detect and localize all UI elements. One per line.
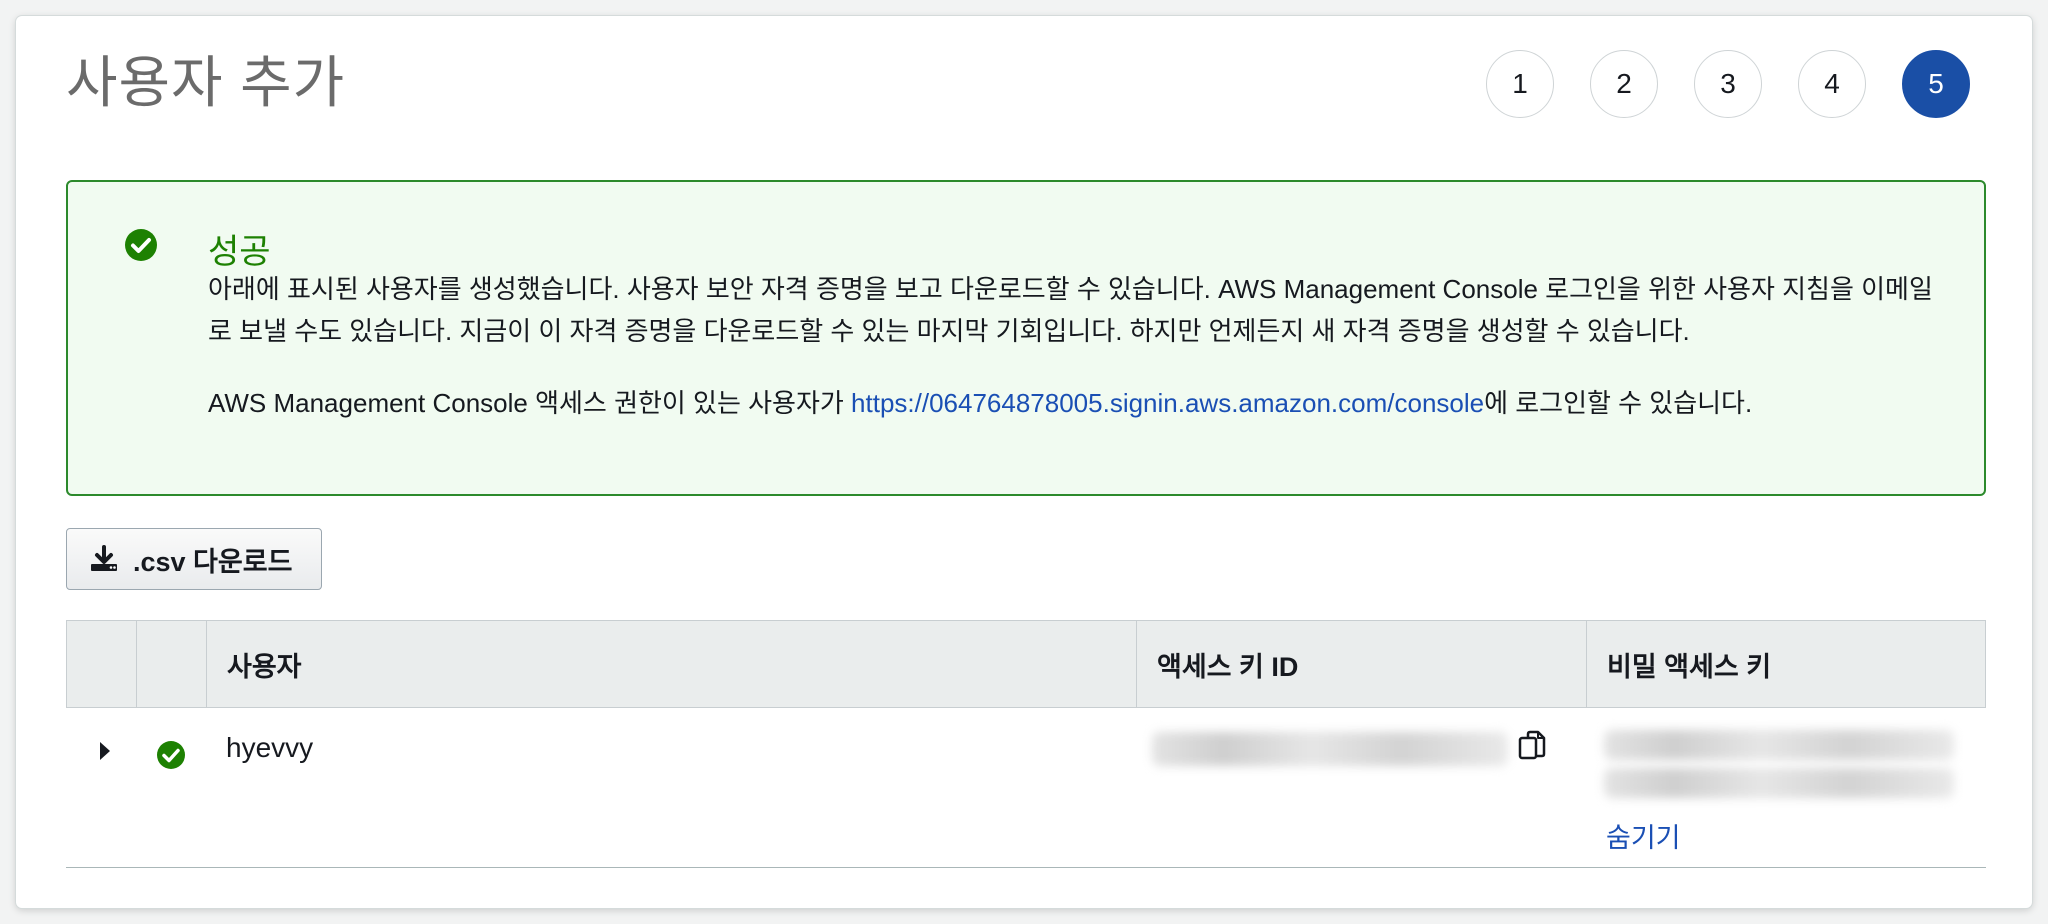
console-prefix: AWS Management Console 액세스 권한이 있는 사용자가 — [208, 388, 852, 418]
check-circle-icon — [125, 229, 157, 261]
csv-download-button[interactable]: .csv 다운로드 — [66, 528, 322, 590]
console-access-text: AWS Management Console 액세스 권한이 있는 사용자가 h… — [208, 382, 1948, 424]
header-secret-access-key[interactable]: 비밀 액세스 키 — [1587, 621, 1985, 707]
access-key-id-redacted — [1152, 732, 1508, 766]
secret-key-redacted-line-1 — [1604, 730, 1954, 760]
expand-caret-icon[interactable] — [100, 742, 110, 760]
header-access-key-id[interactable]: 액세스 키 ID — [1137, 621, 1587, 707]
copy-icon[interactable] — [1516, 728, 1552, 764]
step-1[interactable]: 1 — [1486, 50, 1554, 118]
success-alert: 성공 아래에 표시된 사용자를 생성했습니다. 사용자 보안 자격 증명을 보고… — [66, 180, 1986, 496]
add-user-panel: 사용자 추가 1 2 3 4 5 성공 아래에 표시된 사용자를 생성했습니다.… — [16, 16, 2032, 908]
download-icon — [91, 545, 117, 571]
header-user[interactable]: 사용자 — [207, 621, 1137, 707]
alert-title: 성공 — [208, 233, 271, 271]
step-3[interactable]: 3 — [1694, 50, 1762, 118]
user-name: hyevvy — [226, 732, 314, 763]
console-signin-link[interactable]: https://064764878005.signin.aws.amazon.c… — [851, 388, 1484, 418]
header-expand — [67, 621, 137, 707]
check-circle-icon — [157, 741, 185, 769]
header-status — [137, 621, 207, 707]
alert-body: 아래에 표시된 사용자를 생성했습니다. 사용자 보안 자격 증명을 보고 다운… — [208, 268, 1948, 424]
table-header: 사용자 액세스 키 ID 비밀 액세스 키 — [66, 620, 1986, 708]
console-suffix: 에 로그인할 수 있습니다. — [1484, 388, 1753, 418]
hide-secret-link[interactable]: 숨기기 — [1606, 816, 1681, 855]
secret-key-redacted-line-2 — [1604, 768, 1954, 798]
step-5-active[interactable]: 5 — [1902, 50, 1970, 118]
row-expand-cell — [66, 708, 136, 867]
page-title: 사용자 추가 — [66, 51, 346, 114]
wizard-steps: 1 2 3 4 5 — [1486, 50, 1970, 118]
row-status-cell — [136, 708, 206, 867]
credentials-table: 사용자 액세스 키 ID 비밀 액세스 키 hyevvy 숨기기 — [66, 620, 1986, 868]
secret-key-cell: 숨기기 — [1586, 708, 1986, 867]
csv-download-label: .csv 다운로드 — [133, 546, 293, 577]
alert-message: 아래에 표시된 사용자를 생성했습니다. 사용자 보안 자격 증명을 보고 다운… — [208, 274, 1933, 346]
step-2[interactable]: 2 — [1590, 50, 1658, 118]
table-row: hyevvy 숨기기 — [66, 708, 1986, 868]
access-key-id-cell — [1136, 708, 1586, 867]
step-4[interactable]: 4 — [1798, 50, 1866, 118]
